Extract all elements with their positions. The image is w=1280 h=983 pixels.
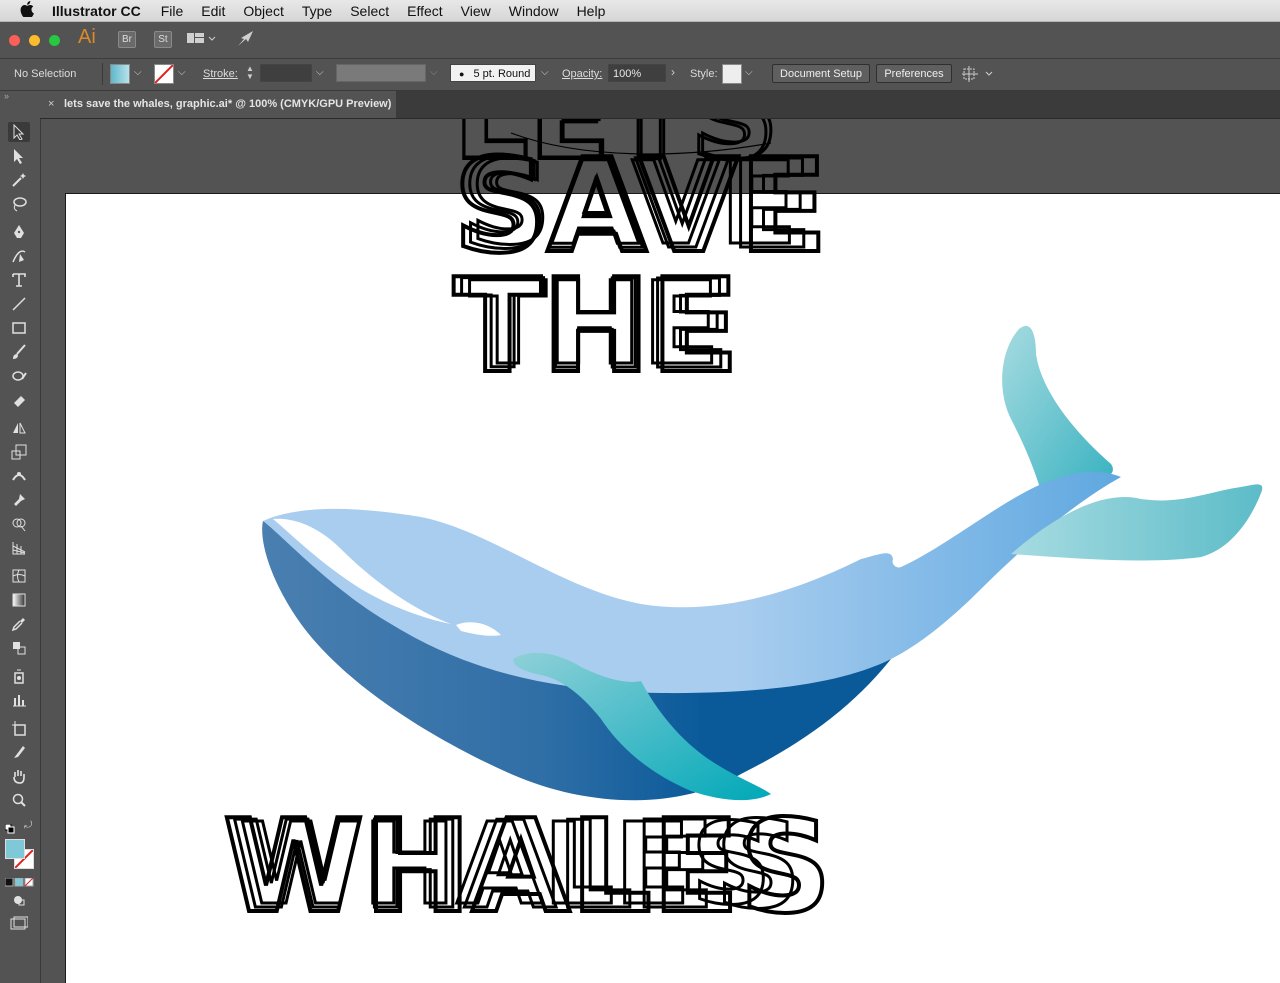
paintbrush-tool-icon[interactable] (8, 342, 30, 362)
panel-collapse-icon[interactable]: » (4, 91, 9, 101)
gradient-tool-icon[interactable] (8, 590, 30, 610)
application-bar: Ai Br St (0, 22, 1280, 59)
stroke-weight-stepper[interactable]: ▲ ▼ (246, 65, 254, 81)
symbol-sprayer-tool-icon[interactable] (8, 666, 30, 686)
document-tab-bar: × lets save the whales, graphic.ai* @ 10… (40, 91, 1280, 119)
text-whales-group: WHALES WHALES WHALES (221, 791, 834, 944)
opacity-arrow-icon[interactable]: › (671, 65, 675, 79)
brush-dot-icon: ● (459, 69, 465, 79)
fill-color-box[interactable] (5, 839, 25, 859)
brush-label: 5 pt. Round (473, 68, 531, 80)
stroke-label[interactable]: Stroke: (203, 68, 238, 80)
style-chevron-icon[interactable]: ⌵ (745, 67, 753, 78)
stroke-swatch[interactable] (154, 64, 174, 84)
brush-definition[interactable]: ● 5 pt. Round (450, 64, 536, 82)
tools-panel: » ⤾ (0, 91, 41, 983)
menu-file[interactable]: File (161, 3, 184, 19)
control-bar: No Selection ⌵ ⌵ Stroke: ▲ ▼ ⌵ ⌵ ● 5 pt. … (0, 59, 1280, 91)
menu-edit[interactable]: Edit (201, 3, 225, 19)
menu-type[interactable]: Type (302, 3, 332, 19)
menu-view[interactable]: View (461, 3, 491, 19)
menu-bar: Illustrator CC File Edit Object Type Sel… (0, 0, 1280, 22)
canvas-area[interactable]: LETS LETS SAVE SAVE SAVE THE THE THE WHA… (41, 119, 1280, 983)
eyedropper-tool-icon[interactable] (8, 614, 30, 634)
curvature-tool-icon[interactable] (8, 246, 30, 266)
stroke-weight-chevron-icon[interactable]: ⌵ (316, 67, 324, 78)
swap-fill-stroke-icon[interactable]: ⤾ (24, 820, 32, 831)
rotate-reflect-tool-icon[interactable] (8, 418, 30, 438)
type-tool-icon[interactable] (8, 270, 30, 290)
pen-tool-icon[interactable] (8, 222, 30, 242)
stroke-weight-input[interactable] (260, 64, 312, 82)
bridge-button[interactable]: Br (118, 31, 136, 48)
brush-chevron-icon[interactable]: ⌵ (541, 67, 549, 78)
document-tab-title: lets save the whales, graphic.ai* @ 100%… (64, 98, 392, 110)
zoom-window-button[interactable] (49, 35, 60, 46)
profile-chevron-icon[interactable]: ⌵ (430, 67, 438, 78)
whale-illustration[interactable] (262, 325, 1263, 801)
artboard-tool-icon[interactable] (8, 718, 30, 738)
selection-tool-icon[interactable] (8, 122, 30, 142)
selection-status: No Selection (14, 68, 77, 80)
column-graph-tool-icon[interactable] (8, 690, 30, 710)
transform-panel-icon[interactable] (962, 66, 994, 85)
direct-selection-tool-icon[interactable] (8, 146, 30, 166)
menu-select[interactable]: Select (350, 3, 389, 19)
shape-builder-tool-icon[interactable] (8, 514, 30, 534)
illustrator-logo: Ai (78, 26, 96, 48)
stroke-dropdown-chevron-icon[interactable]: ⌵ (178, 67, 186, 78)
hand-tool-icon[interactable] (8, 766, 30, 786)
zoom-tool-icon[interactable] (8, 790, 30, 810)
document-setup-button[interactable]: Document Setup (772, 64, 870, 83)
draw-mode-icon[interactable] (12, 893, 26, 912)
divider (102, 63, 103, 85)
stock-button[interactable]: St (154, 31, 172, 48)
menu-object[interactable]: Object (243, 3, 283, 19)
menu-window[interactable]: Window (509, 3, 559, 19)
style-label: Style: (690, 68, 718, 80)
arrange-documents-icon[interactable] (187, 32, 217, 51)
text-whales-inline-2: WHALES (239, 800, 772, 930)
rectangle-tool-icon[interactable] (8, 318, 30, 338)
opacity-input[interactable]: 100% (608, 64, 666, 82)
line-segment-tool-icon[interactable] (8, 294, 30, 314)
apple-icon[interactable] (20, 1, 38, 20)
preferences-button[interactable]: Preferences (876, 64, 952, 83)
slice-tool-icon[interactable] (8, 742, 30, 762)
fill-dropdown-chevron-icon[interactable]: ⌵ (134, 67, 142, 78)
minimize-window-button[interactable] (29, 35, 40, 46)
menu-help[interactable]: Help (577, 3, 606, 19)
graphic-style-swatch[interactable] (722, 64, 742, 84)
default-fill-stroke-icon[interactable] (4, 821, 15, 839)
mesh-tool-icon[interactable] (8, 566, 30, 586)
artwork-layer: LETS LETS SAVE SAVE SAVE THE THE THE WHA… (221, 119, 1263, 944)
color-mode-icons[interactable] (4, 875, 35, 893)
text-the-inline-2: THE (469, 257, 720, 390)
magic-wand-tool-icon[interactable] (8, 170, 30, 190)
blend-tool-icon[interactable] (8, 638, 30, 658)
text-the-group: THE THE THE (451, 248, 741, 404)
variable-width-profile[interactable] (336, 64, 426, 82)
scale-tool-icon[interactable] (8, 442, 30, 462)
menu-effect[interactable]: Effect (407, 3, 443, 19)
whale-tail-upper (1002, 325, 1113, 491)
perspective-grid-tool-icon[interactable] (8, 538, 30, 558)
gpu-performance-icon[interactable] (236, 30, 256, 53)
eraser-tool-icon[interactable] (8, 390, 30, 410)
screen-mode-icon[interactable] (10, 916, 29, 935)
app-name-menu[interactable]: Illustrator CC (52, 3, 141, 19)
close-tab-icon[interactable]: × (48, 91, 54, 118)
close-window-button[interactable] (9, 35, 20, 46)
width-tool-icon[interactable] (8, 466, 30, 486)
opacity-label[interactable]: Opacity: (562, 68, 602, 80)
puppet-warp-tool-icon[interactable] (8, 490, 30, 510)
shaper-tool-icon[interactable] (8, 366, 30, 386)
fill-swatch[interactable] (110, 64, 130, 84)
document-tab[interactable]: × lets save the whales, graphic.ai* @ 10… (40, 91, 396, 118)
lasso-tool-icon[interactable] (8, 194, 30, 214)
